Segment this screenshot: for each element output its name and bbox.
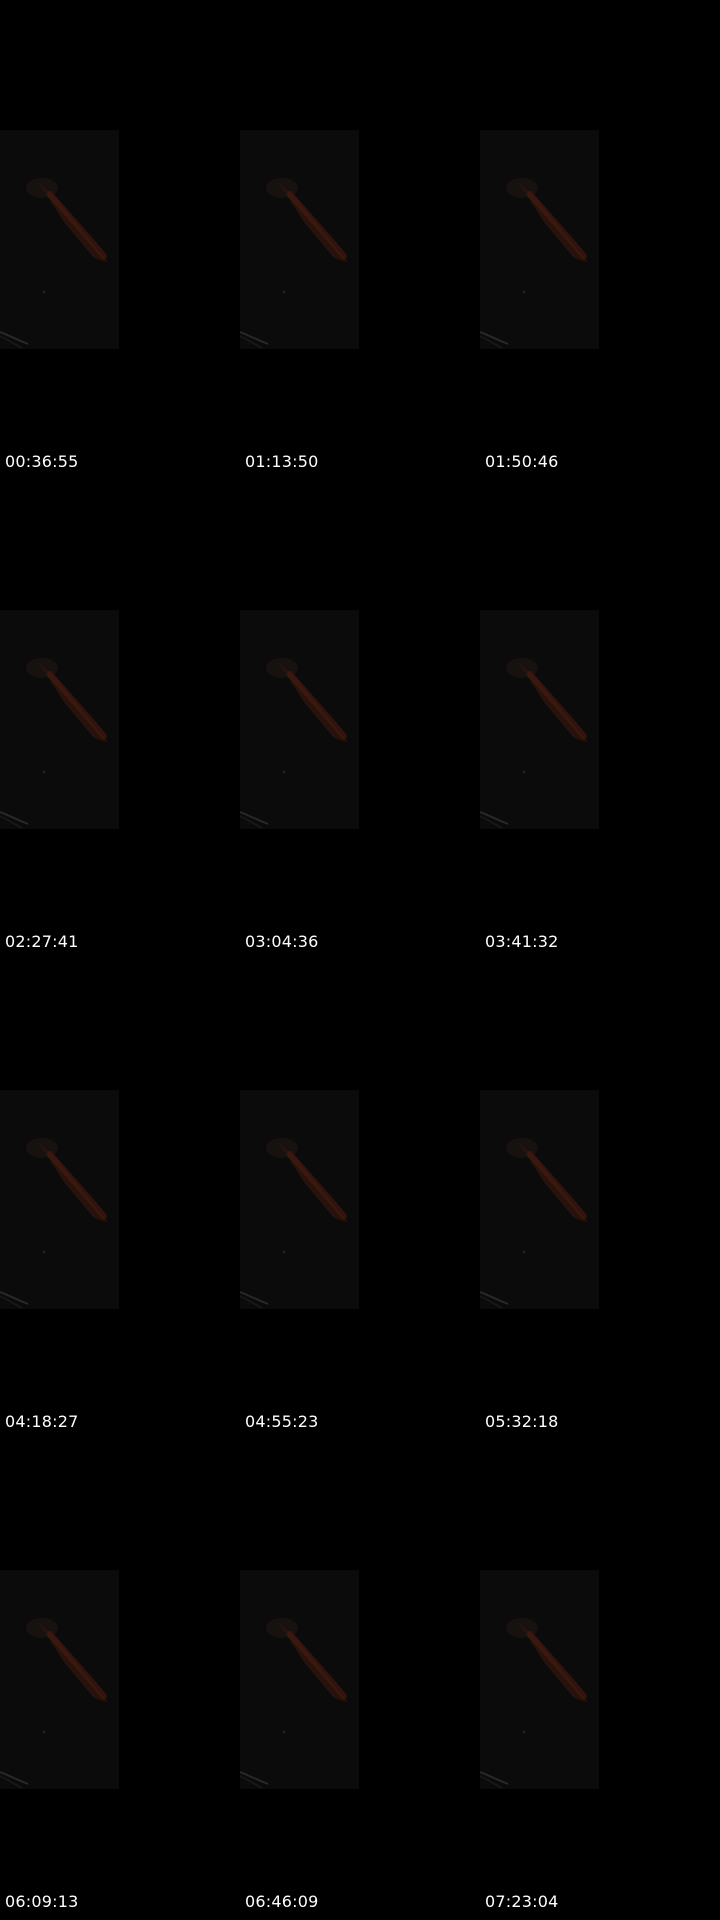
frame-thumbnail[interactable] [0,1570,119,1789]
frame-thumbnail[interactable] [240,1570,359,1789]
frame-cell[interactable]: 01:13:50 [240,0,480,480]
frame-thumbnail[interactable] [240,130,359,349]
frame-timestamp: 05:32:18 [485,1412,559,1431]
frame-timestamp: 01:13:50 [245,452,319,471]
frame-thumbnail[interactable] [0,130,119,349]
dark-video-frame-image [240,130,359,349]
frame-cell[interactable]: 06:46:09 [240,1440,480,1920]
dark-video-frame-image [240,1090,359,1309]
frame-thumbnail[interactable] [0,1090,119,1309]
dark-video-frame-image [0,1090,119,1309]
frame-timestamp: 06:46:09 [245,1892,319,1911]
frame-thumbnail[interactable] [480,1090,599,1309]
frame-cell[interactable]: 06:09:13 [0,1440,240,1920]
frame-timestamp: 02:27:41 [5,932,79,951]
frame-thumbnail[interactable] [480,1570,599,1789]
frame-thumbnail[interactable] [240,610,359,829]
dark-video-frame-image [480,1090,599,1309]
frame-thumbnail[interactable] [240,1090,359,1309]
frame-timestamp: 00:36:55 [5,452,79,471]
frame-cell[interactable]: 04:55:23 [240,960,480,1440]
dark-video-frame-image [0,610,119,829]
frame-cell[interactable]: 05:32:18 [480,960,720,1440]
frame-timestamp: 07:23:04 [485,1892,559,1911]
dark-video-frame-image [0,130,119,349]
frame-thumbnail[interactable] [480,610,599,829]
frame-timestamp: 06:09:13 [5,1892,79,1911]
frame-timestamp: 01:50:46 [485,452,559,471]
frame-timestamp: 03:04:36 [245,932,319,951]
frame-thumbnail[interactable] [0,610,119,829]
frame-cell[interactable]: 07:23:04 [480,1440,720,1920]
frame-cell[interactable]: 02:27:41 [0,480,240,960]
frame-timestamp: 04:18:27 [5,1412,79,1431]
frame-cell[interactable]: 04:18:27 [0,960,240,1440]
dark-video-frame-image [240,1570,359,1789]
dark-video-frame-image [480,130,599,349]
frame-timestamp: 04:55:23 [245,1412,319,1431]
dark-video-frame-image [240,610,359,829]
dark-video-frame-image [480,610,599,829]
frame-thumbnail[interactable] [480,130,599,349]
frame-timestamp: 03:41:32 [485,932,559,951]
frame-cell[interactable]: 00:36:55 [0,0,240,480]
frame-cell[interactable]: 03:04:36 [240,480,480,960]
dark-video-frame-image [480,1570,599,1789]
dark-video-frame-image [0,1570,119,1789]
frame-cell[interactable]: 01:50:46 [480,0,720,480]
contact-sheet-grid: 00:36:55 01:13:50 01:50:46 02:27:41 03:0… [0,0,720,1920]
frame-cell[interactable]: 03:41:32 [480,480,720,960]
